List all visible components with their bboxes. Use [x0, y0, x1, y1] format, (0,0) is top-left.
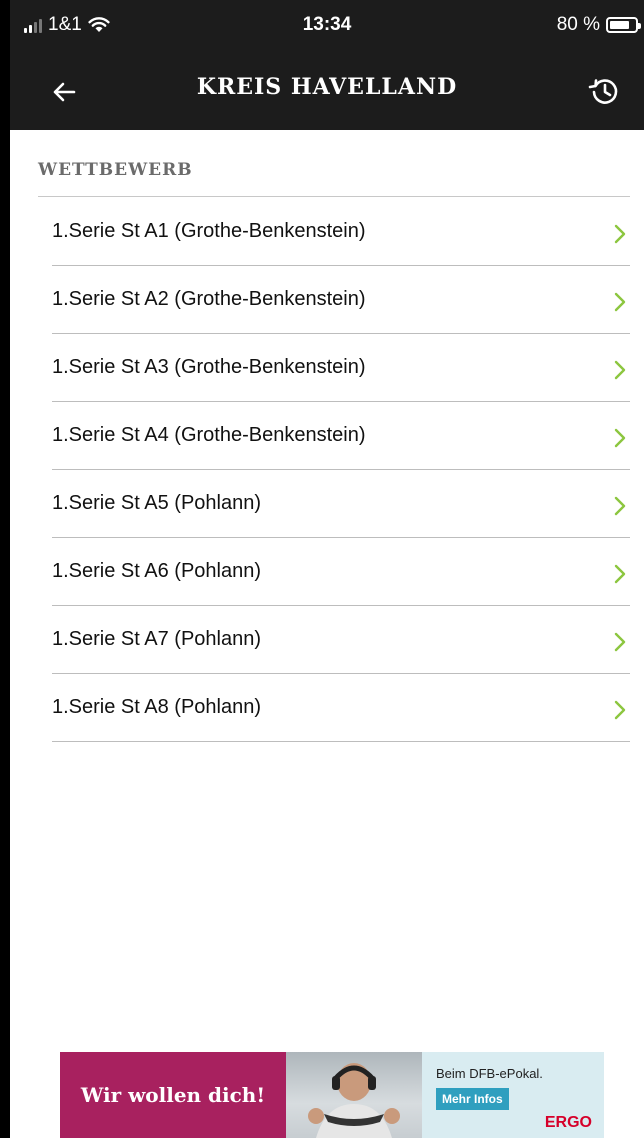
section-title: WETTBEWERB: [38, 160, 193, 180]
nav-bar: KREIS HAVELLAND: [10, 54, 644, 130]
gamer-illustration: [308, 1063, 400, 1138]
history-icon[interactable]: [586, 72, 624, 110]
list-item[interactable]: 1.Serie St A6 (Pohlann): [52, 538, 630, 606]
ad-slogan: Wir wollen dich!: [60, 1052, 286, 1138]
ad-headline: Beim DFB-ePokal.: [436, 1066, 543, 1081]
chevron-right-icon: [614, 564, 626, 584]
list-item-label: 1.Serie St A5 (Pohlann): [52, 492, 262, 514]
battery-fill: [610, 21, 630, 29]
ad-image: [286, 1052, 422, 1138]
chevron-right-icon: [614, 700, 626, 720]
list-item-label: 1.Serie St A7 (Pohlann): [52, 628, 262, 650]
chevron-right-icon: [614, 428, 626, 448]
page-title: KREIS HAVELLAND: [196, 74, 458, 100]
chevron-right-icon: [614, 632, 626, 652]
list-item-label: 1.Serie St A4 (Grothe-Benkenstein): [52, 424, 366, 446]
list-item-label: 1.Serie St A3 (Grothe-Benkenstein): [52, 356, 366, 378]
ad-cta-button[interactable]: Mehr Infos: [436, 1088, 509, 1110]
chevron-right-icon: [614, 224, 626, 244]
list-item[interactable]: 1.Serie St A1 (Grothe-Benkenstein): [52, 198, 630, 266]
ad-info: Beim DFB-ePokal. Mehr Infos ERGO: [422, 1052, 604, 1138]
list-item[interactable]: 1.Serie St A3 (Grothe-Benkenstein): [52, 334, 630, 402]
list-item[interactable]: 1.Serie St A2 (Grothe-Benkenstein): [52, 266, 630, 334]
battery-icon: [606, 17, 641, 33]
app-screen: 1&1 13:34 80 % KREIS HAVELLAND WETTBEWER: [10, 0, 644, 1138]
chevron-right-icon: [614, 360, 626, 380]
list-item[interactable]: 1.Serie St A8 (Pohlann): [52, 674, 630, 742]
ad-brand-logo: ERGO: [544, 1114, 592, 1131]
list-item[interactable]: 1.Serie St A4 (Grothe-Benkenstein): [52, 402, 630, 470]
list-item-label: 1.Serie St A8 (Pohlann): [52, 696, 262, 718]
chevron-right-icon: [614, 292, 626, 312]
list-item-label: 1.Serie St A6 (Pohlann): [52, 560, 262, 582]
competition-list: 1.Serie St A1 (Grothe-Benkenstein) 1.Ser…: [52, 198, 630, 742]
status-right: 80 %: [556, 14, 641, 36]
list-item-label: 1.Serie St A2 (Grothe-Benkenstein): [52, 288, 366, 310]
chevron-right-icon: [614, 496, 626, 516]
list-item[interactable]: 1.Serie St A7 (Pohlann): [52, 606, 630, 674]
status-bar: 1&1 13:34 80 %: [10, 0, 644, 54]
list-item-label: 1.Serie St A1 (Grothe-Benkenstein): [52, 220, 366, 242]
battery-percent: 80 %: [556, 14, 600, 35]
status-time: 13:34: [302, 14, 352, 35]
list-item[interactable]: 1.Serie St A5 (Pohlann): [52, 470, 630, 538]
section-divider: [38, 196, 630, 197]
ad-banner[interactable]: Wir wollen dich! Beim DFB-ePokal. Mehr I…: [60, 1052, 604, 1138]
